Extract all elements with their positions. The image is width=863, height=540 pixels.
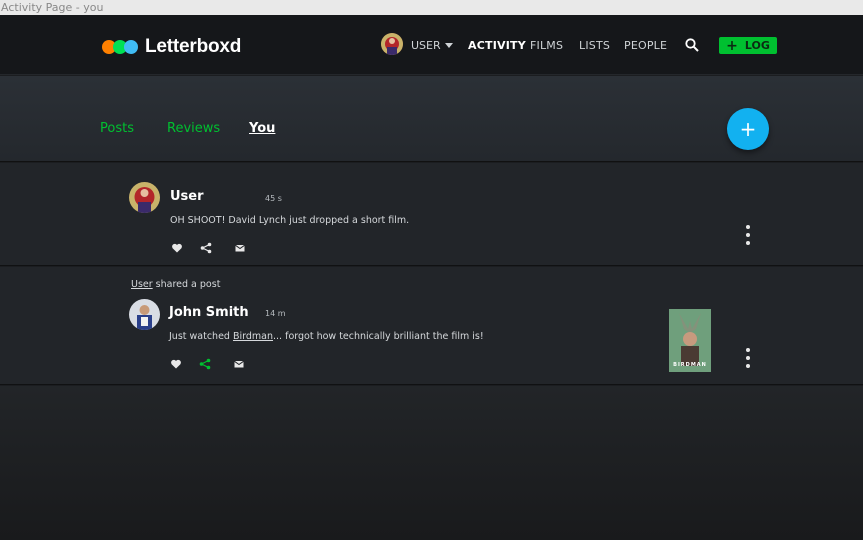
film-poster[interactable]: BIRDMAN bbox=[669, 309, 711, 372]
shared-by-text: shared a post bbox=[152, 279, 221, 290]
window-title: Activity Page - you bbox=[0, 0, 863, 15]
heart-icon[interactable] bbox=[170, 358, 182, 370]
share-icon[interactable] bbox=[199, 358, 211, 370]
author-avatar[interactable] bbox=[129, 299, 160, 330]
tab-posts[interactable]: Posts bbox=[100, 121, 134, 136]
author-name[interactable]: John Smith bbox=[169, 305, 249, 320]
plus-icon: + bbox=[726, 37, 738, 54]
letterboxd-logo[interactable]: Letterboxd bbox=[102, 36, 241, 58]
post-timestamp: 14 m bbox=[265, 309, 286, 318]
nav-films[interactable]: FILMS bbox=[530, 39, 563, 52]
shared-by-user-link[interactable]: User bbox=[131, 279, 153, 290]
author-avatar[interactable] bbox=[129, 182, 160, 213]
post-text-after: ... forgot how technically brilliant the… bbox=[273, 331, 484, 342]
nav-activity[interactable]: ACTIVITY bbox=[468, 39, 526, 52]
mail-icon[interactable] bbox=[233, 358, 245, 370]
log-button[interactable]: + LOG bbox=[719, 37, 777, 54]
tab-reviews[interactable]: Reviews bbox=[167, 121, 220, 136]
more-options-icon[interactable] bbox=[745, 225, 751, 245]
heart-icon[interactable] bbox=[171, 242, 183, 254]
logo-blue-dot bbox=[124, 40, 138, 54]
log-button-label: LOG bbox=[744, 39, 770, 52]
caret-down-icon bbox=[444, 43, 453, 48]
search-icon[interactable] bbox=[685, 38, 699, 52]
nav-people[interactable]: PEOPLE bbox=[624, 39, 667, 52]
film-link[interactable]: Birdman bbox=[233, 331, 273, 342]
new-post-button[interactable]: + bbox=[727, 108, 769, 150]
plus-icon: + bbox=[739, 117, 757, 141]
top-navigation: Letterboxd USER ACTIVITY FILMS LISTS PEO… bbox=[0, 15, 863, 75]
post-text: Just watched Birdman... forgot how techn… bbox=[169, 331, 484, 342]
shared-by-line: User shared a post bbox=[131, 279, 220, 290]
activity-post: User shared a post John Smith 14 m Just … bbox=[0, 267, 863, 385]
post-timestamp: 45 s bbox=[265, 194, 282, 203]
nav-lists[interactable]: LISTS bbox=[579, 39, 610, 52]
tab-you[interactable]: You bbox=[249, 121, 275, 136]
post-text-before: Just watched bbox=[169, 331, 233, 342]
post-text: OH SHOOT! David Lynch just dropped a sho… bbox=[170, 215, 410, 226]
logo-text: Letterboxd bbox=[145, 36, 242, 57]
user-menu[interactable]: USER bbox=[411, 39, 453, 52]
mail-icon[interactable] bbox=[234, 242, 246, 254]
share-icon[interactable] bbox=[200, 242, 212, 254]
user-menu-label: USER bbox=[411, 39, 441, 52]
activity-tabs-bar: Posts Reviews You + bbox=[0, 76, 863, 162]
user-avatar[interactable] bbox=[381, 33, 403, 55]
poster-title: BIRDMAN bbox=[673, 362, 707, 368]
more-options-icon[interactable] bbox=[745, 348, 751, 368]
author-name[interactable]: User bbox=[170, 189, 204, 204]
activity-post: User 45 s OH SHOOT! David Lynch just dro… bbox=[0, 163, 863, 266]
empty-feed-area bbox=[0, 386, 863, 540]
